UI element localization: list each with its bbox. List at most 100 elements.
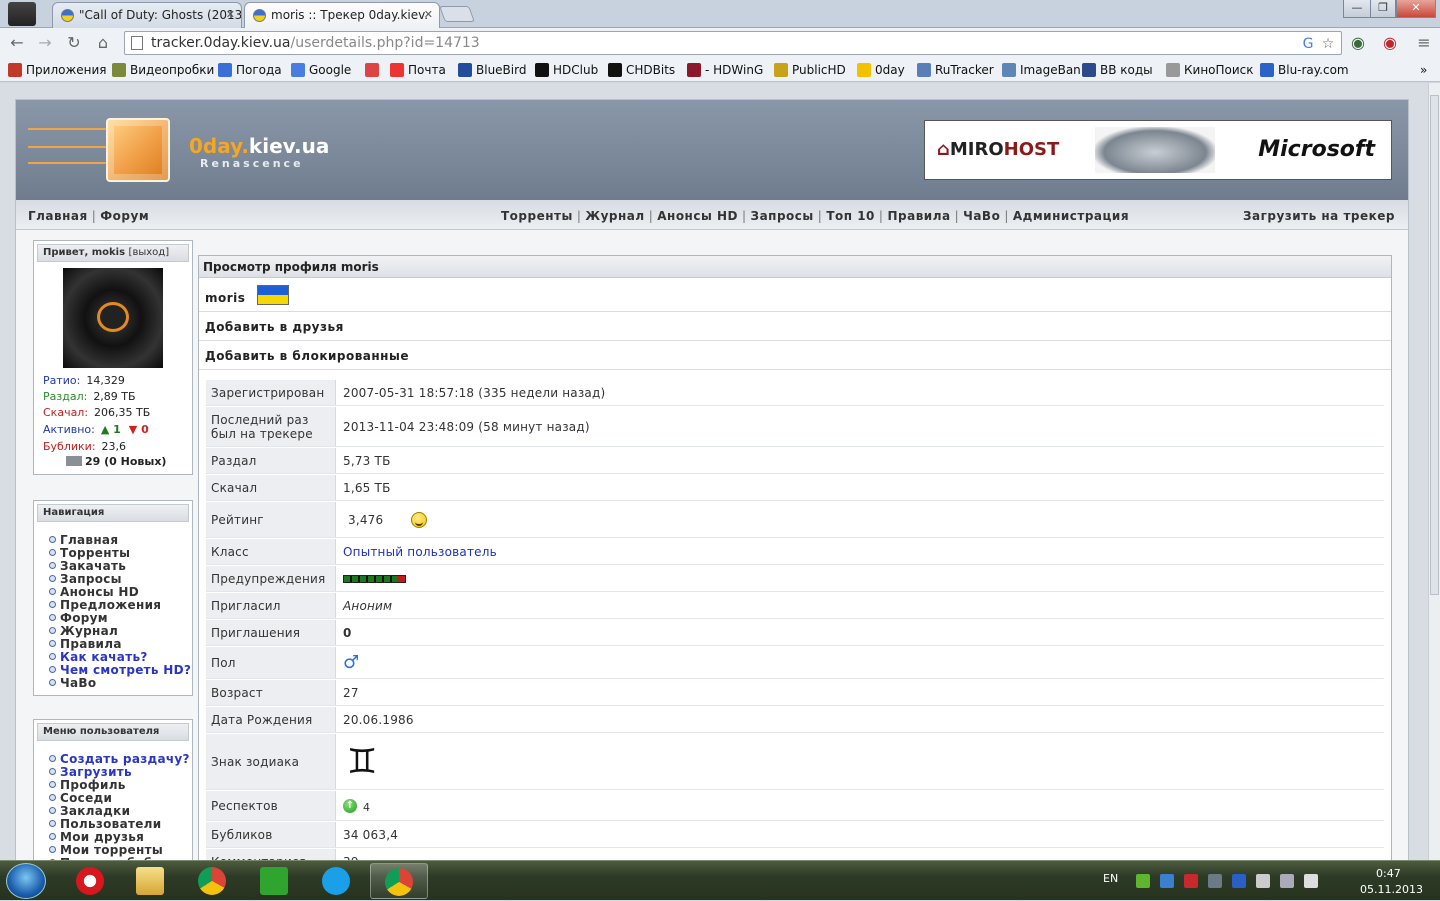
usermenu-item[interactable]: Закладки: [49, 804, 130, 818]
menu-link[interactable]: Главная: [28, 209, 88, 223]
profile-row-value[interactable]: Опытный пользователь: [337, 539, 1384, 564]
tab-call-of-duty[interactable]: "Call of Duty: Ghosts (2013 ✕: [52, 2, 242, 28]
bookmark-item[interactable]: Почта: [390, 62, 446, 78]
bookmark-item[interactable]: BlueBird: [458, 62, 526, 78]
flag-icon[interactable]: [1256, 874, 1270, 888]
bookmark-item[interactable]: BB коды: [1082, 62, 1153, 78]
bookmark-item[interactable]: HDClub: [535, 62, 598, 78]
add-block-link[interactable]: Добавить в блокированные: [199, 342, 1391, 370]
usermenu-item[interactable]: Мои друзья: [49, 830, 144, 844]
google-translate-icon[interactable]: G: [1299, 35, 1317, 53]
avatar[interactable]: [63, 268, 163, 368]
menu-link[interactable]: Форум: [100, 209, 149, 223]
clock-time[interactable]: 0:47: [1376, 867, 1401, 880]
ad-banner[interactable]: ⌂MIROHOST Microsoft: [924, 120, 1392, 180]
clock-date[interactable]: 05.11.2013: [1360, 883, 1423, 896]
scrollbar-thumb[interactable]: [1430, 95, 1439, 595]
extension-globe-icon[interactable]: ◉: [1348, 33, 1368, 53]
menu-link[interactable]: ЧаВо: [963, 209, 1000, 223]
usermenu-item[interactable]: Соседи: [49, 791, 112, 805]
minimize-button[interactable]: —: [1343, 0, 1371, 18]
menu-link[interactable]: Анонсы HD: [657, 209, 738, 223]
navigation-item[interactable]: Как качать?: [49, 650, 148, 664]
back-arrow-icon[interactable]: ←: [7, 33, 27, 53]
menu-link[interactable]: Торренты: [501, 209, 573, 223]
close-icon[interactable]: ✕: [424, 3, 433, 27]
menu-link[interactable]: Запросы: [751, 209, 814, 223]
close-window-button[interactable]: ✕: [1396, 0, 1436, 18]
bookmark-item[interactable]: Google: [291, 62, 351, 78]
taskbar-opera[interactable]: [62, 863, 120, 899]
close-icon[interactable]: ✕: [226, 3, 235, 27]
navigation-item[interactable]: Закачать: [49, 559, 126, 573]
start-button[interactable]: [6, 863, 46, 899]
extension-red-icon[interactable]: ◉: [1380, 33, 1400, 53]
url-text[interactable]: tracker.0day.kiev.ua/userdetails.php?id=…: [151, 34, 480, 52]
bookmark-item[interactable]: CHDBits: [608, 62, 675, 78]
usermenu-item[interactable]: Создать раздачу?: [49, 752, 190, 766]
add-friend-link[interactable]: Добавить в друзья: [199, 313, 1391, 341]
menu-link[interactable]: Администрация: [1013, 209, 1129, 223]
home-icon[interactable]: ⌂: [93, 33, 113, 53]
bookmark-item[interactable]: - HDWinG: [687, 62, 763, 78]
navigation-item[interactable]: Главная: [49, 533, 118, 547]
bluetooth-icon[interactable]: [1232, 874, 1246, 888]
maximize-button[interactable]: ❐: [1370, 0, 1396, 18]
taskbar-skype[interactable]: [308, 863, 366, 899]
respect-up-icon[interactable]: ↑: [343, 798, 357, 813]
language-indicator[interactable]: EN: [1103, 872, 1118, 885]
bookmarks-overflow-icon[interactable]: »: [1420, 62, 1427, 78]
taskbar-chrome-active[interactable]: [370, 863, 428, 899]
navigation-item[interactable]: Правила: [49, 637, 122, 651]
usermenu-item[interactable]: Мои торренты: [49, 843, 163, 857]
taskbar-explorer[interactable]: [122, 863, 180, 899]
navigation-item[interactable]: Чем смотреть HD?: [49, 663, 191, 677]
page-scrollbar[interactable]: [1428, 83, 1440, 860]
bookmark-item[interactable]: КиноПоиск: [1166, 62, 1254, 78]
navigation-item[interactable]: Запросы: [49, 572, 122, 586]
address-bar[interactable]: tracker.0day.kiev.ua/userdetails.php?id=…: [124, 31, 1342, 55]
volume-icon[interactable]: [1304, 874, 1318, 888]
logout-link[interactable]: [выход]: [129, 247, 170, 258]
navigation-item[interactable]: Предложения: [49, 598, 161, 612]
bookmark-star-icon[interactable]: ☆: [1319, 35, 1337, 53]
reload-icon[interactable]: ↻: [64, 33, 84, 53]
messages-link[interactable]: 29 (0 Новых): [66, 455, 166, 468]
bookmark-item[interactable]: [365, 62, 383, 78]
tray-shield-icon[interactable]: [1136, 874, 1150, 888]
usermenu-item[interactable]: Пользователи: [49, 817, 161, 831]
menu-link[interactable]: Топ 10: [826, 209, 875, 223]
navigation-item[interactable]: Форум: [49, 611, 108, 625]
upload-link[interactable]: Загрузить на трекер: [1243, 209, 1395, 223]
tray-app-icon[interactable]: [1208, 874, 1222, 888]
bookmark-item[interactable]: Видеопробки: [112, 62, 214, 78]
navigation-item[interactable]: ЧаВо: [49, 676, 96, 690]
navigation-item[interactable]: Торренты: [49, 546, 130, 560]
forward-arrow-icon[interactable]: →: [35, 33, 55, 53]
bookmark-item[interactable]: ImageBan: [1002, 62, 1081, 78]
navigation-item[interactable]: Анонсы HD: [49, 585, 139, 599]
tab-moris-profile[interactable]: moris :: Трекер 0day.kiev. ✕: [244, 2, 440, 28]
new-tab-button[interactable]: [439, 6, 475, 22]
bookmark-item[interactable]: 0day: [857, 62, 905, 78]
navigation-item[interactable]: Журнал: [49, 624, 118, 638]
menu-icon[interactable]: ≡: [1414, 33, 1434, 53]
bookmark-item[interactable]: PublicHD: [774, 62, 846, 78]
menu-link[interactable]: Журнал: [585, 209, 644, 223]
bookmark-item[interactable]: Blu-ray.com: [1260, 62, 1349, 78]
tray-network-icon[interactable]: [1160, 874, 1174, 888]
menu-link[interactable]: Правила: [887, 209, 950, 223]
usermenu-item[interactable]: Профиль: [49, 778, 126, 792]
taskbar-chrome[interactable]: [184, 863, 242, 899]
taskbar-utorrent[interactable]: [246, 863, 304, 899]
bookmark-item[interactable]: Погода: [218, 62, 282, 78]
profile-avatar-icon[interactable]: [8, 2, 36, 26]
bookmark-item[interactable]: RuTracker: [917, 62, 994, 78]
site-logo-text[interactable]: 0day.kiev.ua: [189, 134, 329, 158]
logo-cube-icon[interactable]: [106, 118, 170, 182]
bookmark-item[interactable]: Приложения: [8, 62, 107, 78]
usermenu-item[interactable]: Загрузить: [49, 765, 132, 779]
tray-network2-icon[interactable]: [1280, 874, 1294, 888]
tray-antivirus-icon[interactable]: [1184, 874, 1198, 888]
username[interactable]: mokis: [92, 247, 125, 258]
